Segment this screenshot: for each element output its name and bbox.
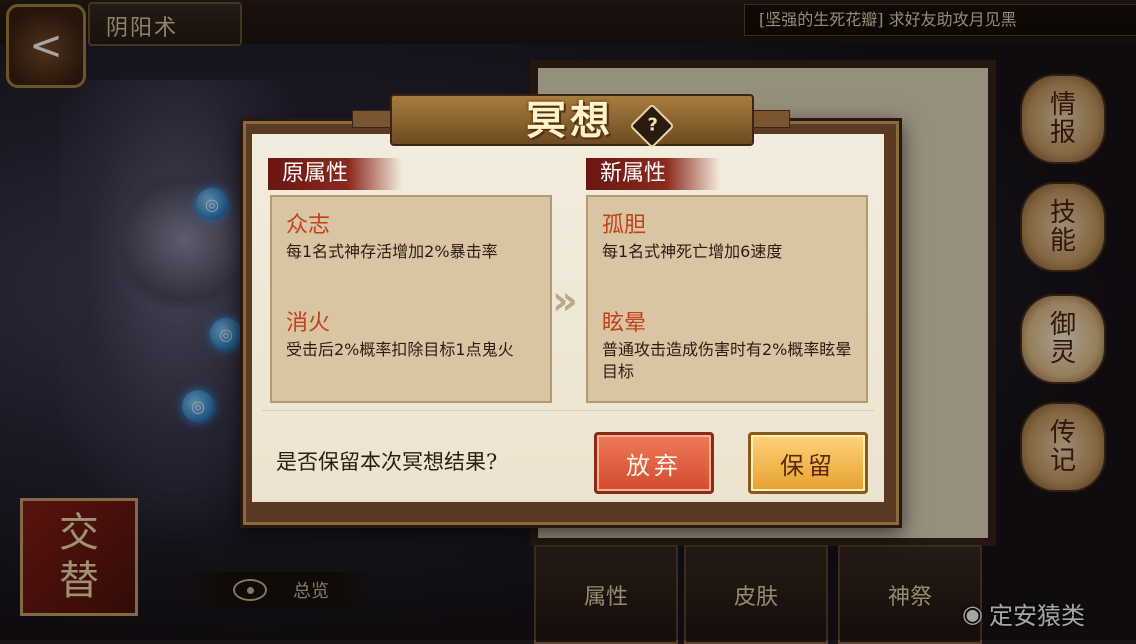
attr-desc: 每1名式神死亡增加6速度 (602, 242, 783, 261)
new-attr-box: 孤胆 每1名式神死亡增加6速度 眩晕 普通攻击造成伤害时有2%概率眩晕目标 (586, 195, 868, 403)
keep-button[interactable]: 保留 (748, 432, 868, 494)
attr-desc: 受击后2%概率扣除目标1点鬼火 (286, 340, 514, 359)
help-glyph: ? (647, 114, 658, 136)
divider (262, 410, 874, 411)
new-attr-label: 新属性 (586, 158, 720, 190)
original-attr-label: 原属性 (268, 158, 402, 190)
dialog-title: 冥想 (526, 97, 614, 144)
keep-result-question: 是否保留本次冥想结果? (276, 450, 498, 474)
discard-button[interactable]: 放弃 (594, 432, 714, 494)
attr-name: 孤胆 (602, 213, 647, 238)
header-ornament (352, 110, 394, 128)
original-attr-box: 众志 每1名式神存活增加2%暴击率 消火 受击后2%概率扣除目标1点鬼火 (270, 195, 552, 403)
attr-name: 众志 (286, 213, 331, 238)
attr-desc: 每1名式神存活增加2%暴击率 (286, 242, 498, 261)
attr-name: 消火 (286, 311, 331, 336)
attr-name: 眩晕 (602, 311, 647, 336)
arrow-right-icon: » (552, 278, 578, 324)
header-ornament (748, 110, 790, 128)
attr-desc: 普通攻击造成伤害时有2%概率眩晕目标 (602, 340, 852, 381)
